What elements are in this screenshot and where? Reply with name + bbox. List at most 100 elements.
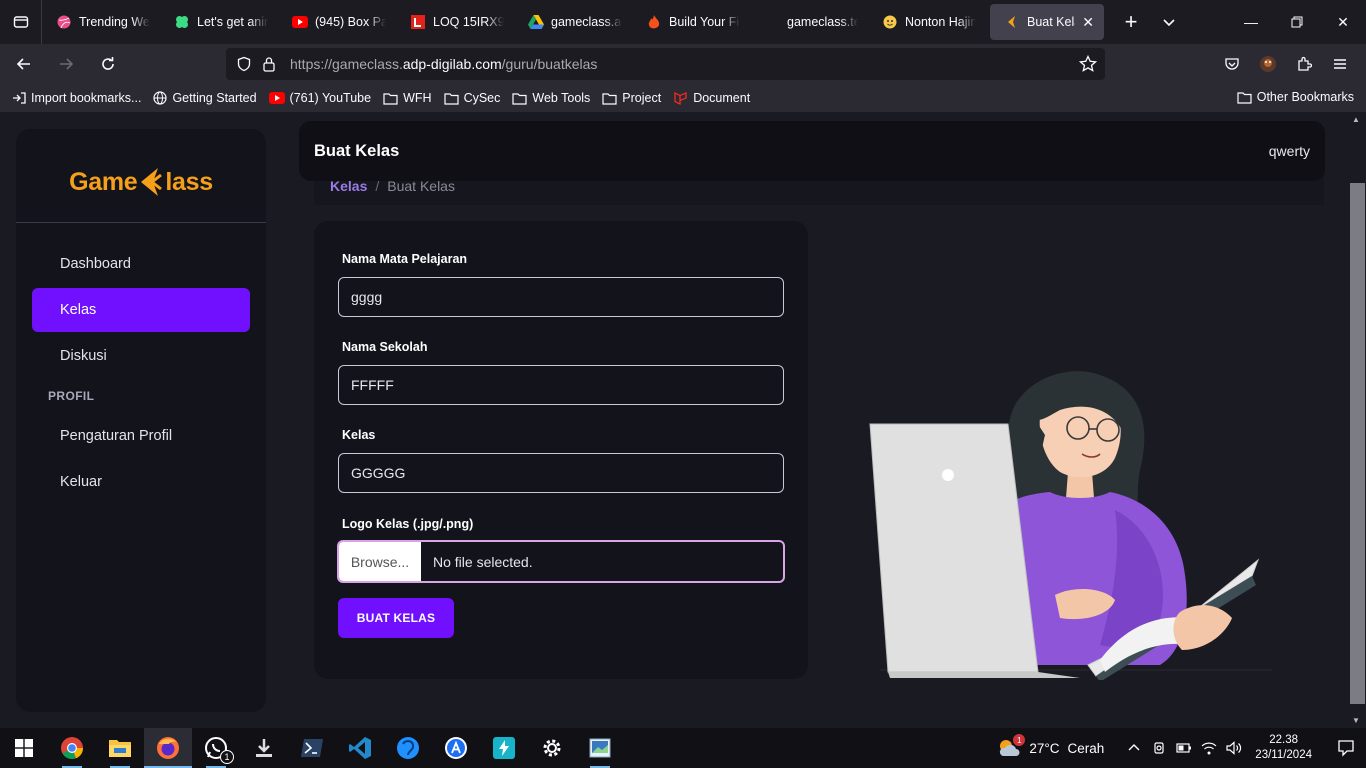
hamburger-menu-icon <box>1334 59 1346 69</box>
extensions-button[interactable] <box>1286 48 1322 80</box>
image-viewer-icon <box>589 738 611 758</box>
tray-app-button[interactable] <box>1147 741 1171 755</box>
user-name[interactable]: qwerty <box>1269 143 1310 159</box>
tab[interactable]: gameclass.test/ <box>750 4 868 40</box>
school-input[interactable] <box>338 365 784 405</box>
scroll-down-icon[interactable]: ▼ <box>1352 716 1360 725</box>
notification-center-button[interactable] <box>1326 739 1366 757</box>
weather-widget[interactable]: 1 27°C Cerah <box>997 734 1104 759</box>
close-window-button[interactable]: ✕ <box>1320 0 1366 44</box>
volume-button[interactable] <box>1222 741 1246 755</box>
toolbar-right <box>1214 48 1358 80</box>
new-tab-button[interactable]: + <box>1112 4 1150 40</box>
shield-icon[interactable] <box>236 56 252 72</box>
tab[interactable]: Nonton Hajin <box>868 4 986 40</box>
youtube-icon <box>292 14 308 30</box>
laravel-icon <box>673 91 688 106</box>
tab-title: (945) Box Pan <box>315 15 386 29</box>
tray-overflow-button[interactable] <box>1122 742 1146 754</box>
taskbar-app-image-viewer[interactable] <box>576 728 624 768</box>
taskbar-app-download[interactable] <box>240 728 288 768</box>
brand-logo[interactable]: Game lass <box>16 129 266 223</box>
taskbar-app-chrome[interactable] <box>48 728 96 768</box>
taskbar-app-app-blue[interactable] <box>384 728 432 768</box>
pocket-button[interactable] <box>1214 48 1250 80</box>
tab[interactable]: Trending Web <box>42 4 160 40</box>
tab-title: Nonton Hajin <box>905 15 976 29</box>
file-explorer-icon <box>108 737 132 759</box>
sidebar-item-kelas[interactable]: Kelas <box>32 288 250 332</box>
weather-badge: 1 <box>1013 734 1026 746</box>
sidebar-item-dashboard[interactable]: Dashboard <box>32 242 250 286</box>
star-bookmark-icon[interactable] <box>1079 55 1097 73</box>
youtube-icon <box>268 92 285 104</box>
taskbar-app-firefox[interactable] <box>144 728 192 768</box>
sidebar-item-keluar[interactable]: Keluar <box>32 460 250 504</box>
taskbar-app-powershell[interactable] <box>288 728 336 768</box>
bookmark-item[interactable]: (761) YouTube <box>268 91 371 105</box>
bookmark-item[interactable]: Document <box>673 91 750 106</box>
sidebar-item-diskusi[interactable]: Diskusi <box>32 334 250 378</box>
battery-button[interactable] <box>1172 742 1196 754</box>
pocket-icon <box>1225 58 1239 70</box>
start-button[interactable] <box>0 728 48 768</box>
address-bar[interactable]: https://gameclass.adp-digilab.com/guru/b… <box>226 48 1105 80</box>
tab-close-icon[interactable]: ✕ <box>1082 14 1094 31</box>
tab-list-button[interactable] <box>0 0 42 44</box>
taskbar-app-settings[interactable] <box>528 728 576 768</box>
scroll-up-icon[interactable]: ▲ <box>1352 115 1360 124</box>
subject-input[interactable] <box>338 277 784 317</box>
bookmark-item[interactable]: Getting Started <box>153 91 257 105</box>
logo-file-input[interactable]: Browse... No file selected. <box>337 540 785 583</box>
scrollbar-thumb[interactable] <box>1350 183 1365 704</box>
create-class-button[interactable]: BUAT KELAS <box>338 598 454 638</box>
lock-icon[interactable] <box>262 56 276 72</box>
restore-button[interactable] <box>1274 0 1320 44</box>
wifi-button[interactable] <box>1197 741 1221 755</box>
import-icon <box>12 91 26 105</box>
tab-strip: Trending Web Let's get anim (945) Box Pan L… <box>42 0 986 44</box>
page-content: Game lass Dashboard Kelas Diskusi PROFIL Pen… <box>0 112 1366 728</box>
taskbar-app-file-explorer[interactable] <box>96 728 144 768</box>
logo-label: Logo Kelas (.jpg/.png) <box>342 517 474 531</box>
bookmark-item[interactable]: Project <box>602 91 661 105</box>
app-menu-button[interactable] <box>1322 48 1358 80</box>
blank-page-icon <box>764 14 780 30</box>
browse-button[interactable]: Browse... <box>339 542 421 581</box>
page-scrollbar[interactable]: ▲ ▼ <box>1349 112 1366 728</box>
tab[interactable]: (945) Box Pan <box>278 4 396 40</box>
woman-reading-illustration <box>869 371 1272 680</box>
account-button[interactable] <box>1250 48 1286 80</box>
bookmark-item[interactable]: CySec <box>443 91 500 105</box>
firefox-icon <box>156 736 180 760</box>
bookmark-item[interactable]: Import bookmarks... <box>12 91 141 105</box>
other-bookmarks[interactable]: Other Bookmarks <box>1237 90 1354 104</box>
window-controls: — ✕ <box>1228 0 1366 44</box>
taskbar-app-whatsapp[interactable]: 1 <box>192 728 240 768</box>
taskbar-app-app-store[interactable] <box>432 728 480 768</box>
reload-button[interactable] <box>90 48 126 80</box>
restore-icon <box>1291 16 1303 28</box>
tab[interactable]: LOQ 15IRX9 | <box>396 4 514 40</box>
bookmark-item[interactable]: Web Tools <box>512 91 590 105</box>
windows-icon <box>15 739 33 757</box>
minimize-button[interactable]: — <box>1228 0 1274 44</box>
back-button[interactable] <box>6 48 42 80</box>
forward-button[interactable] <box>48 48 84 80</box>
brand-left: Game <box>69 167 138 196</box>
class-input[interactable] <box>338 453 784 493</box>
taskbar-app-bolt-app[interactable] <box>480 728 528 768</box>
clover-icon <box>174 14 190 30</box>
tab[interactable]: Build Your Fir <box>632 4 750 40</box>
folder-icon <box>512 92 527 105</box>
tab-active[interactable]: Buat Kelas ✕ <box>990 4 1104 40</box>
clock[interactable]: 22.38 23/11/2024 <box>1255 733 1312 763</box>
taskbar-app-vscode[interactable] <box>336 728 384 768</box>
tab-title: Build Your Fir <box>669 15 740 29</box>
bookmark-item[interactable]: WFH <box>383 91 432 105</box>
tab[interactable]: gameclass.ad <box>514 4 632 40</box>
tab[interactable]: Let's get anim <box>160 4 278 40</box>
sidebar-item-pengaturan-profil[interactable]: Pengaturan Profil <box>32 414 250 458</box>
list-all-tabs-button[interactable] <box>1150 4 1188 40</box>
taskbar-apps: 1 <box>48 728 624 768</box>
